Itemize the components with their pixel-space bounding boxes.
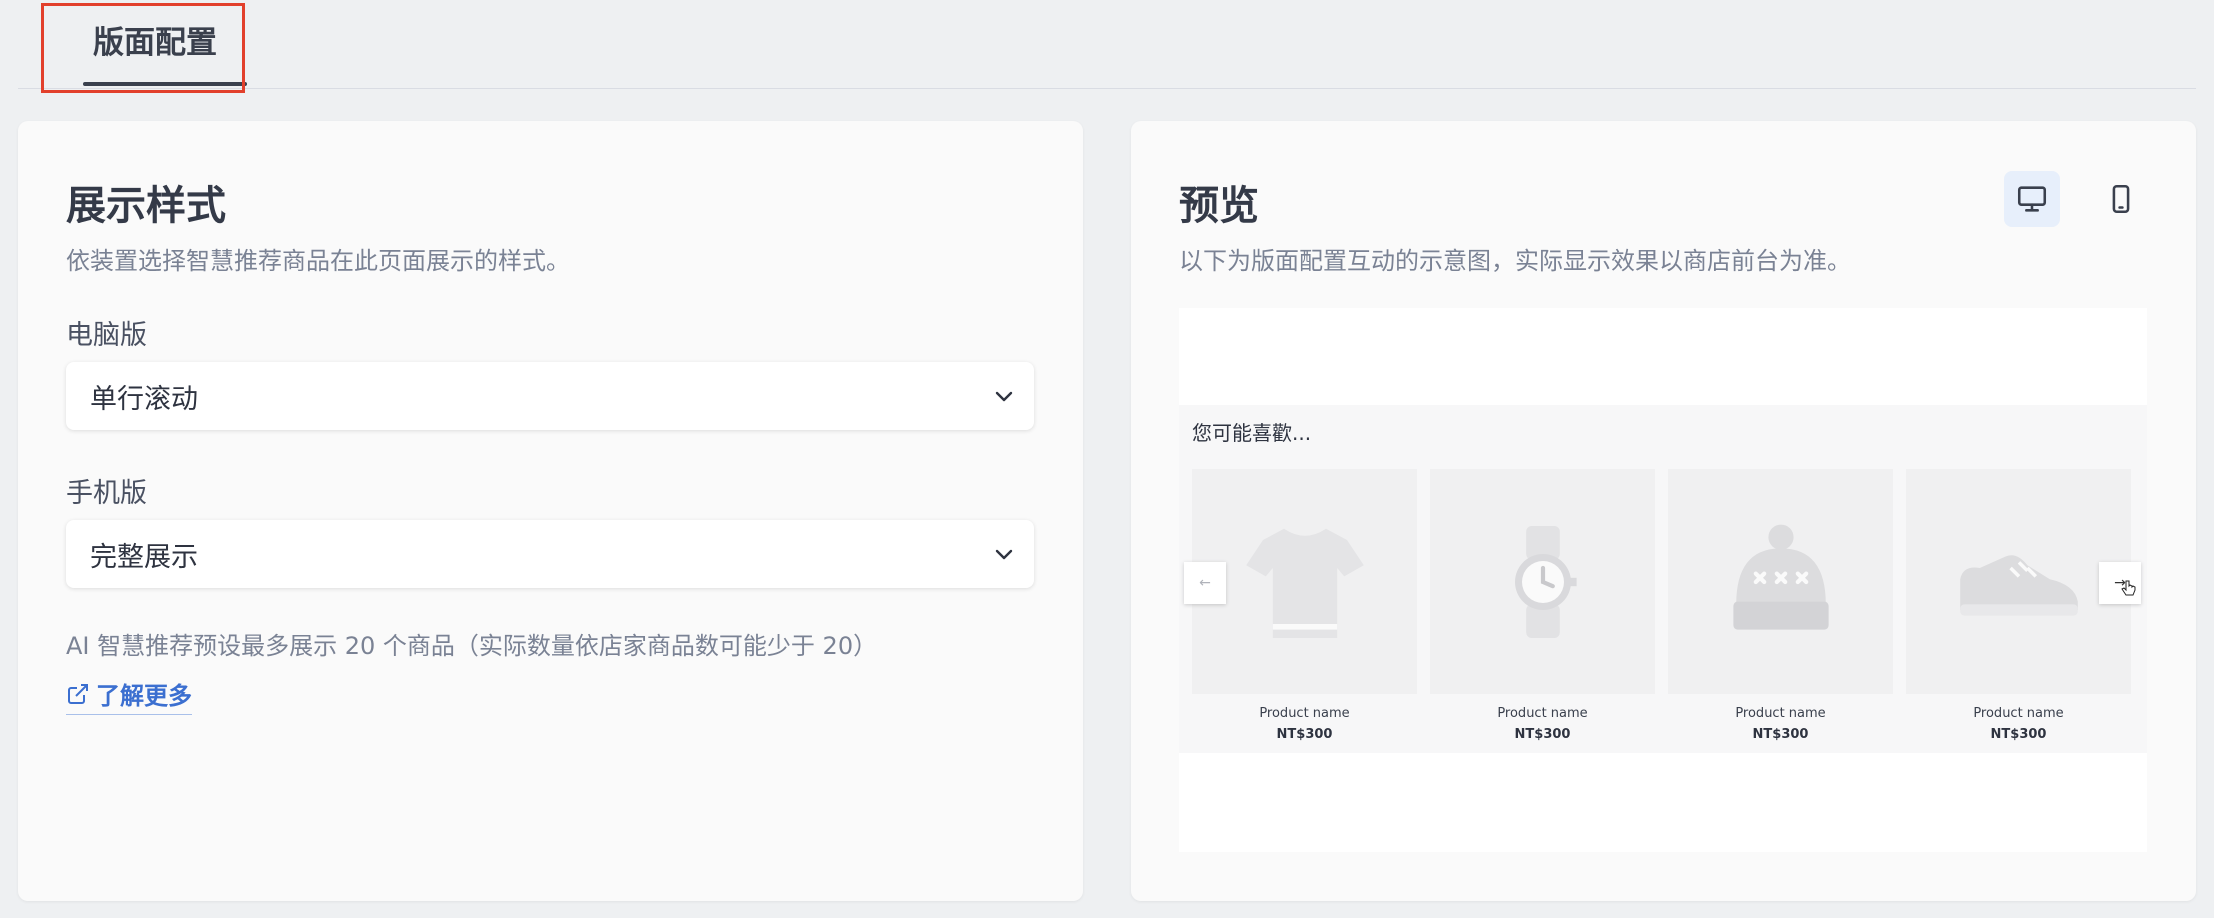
desktop-style-select[interactable]: 单行滚动 [66,362,1034,430]
tab-highlight-box [41,3,245,93]
tab-bar: 版面配置 [18,0,2196,89]
beanie-icon [1732,524,1829,630]
product-card[interactable]: Product name NT$300 [1430,469,1655,742]
sneaker-icon [1959,554,2078,616]
mobile-label: 手机版 [66,478,147,509]
product-card[interactable]: Product name NT$300 [1668,469,1893,742]
preview-card: 预览 以下为版面配置互动的示意图，实际显示效果以商店前台为准。 您可能喜歡... [1131,121,2196,901]
pointer-cursor-icon [2121,580,2136,596]
product-image [1430,469,1655,694]
mobile-style-value: 完整展示 [90,541,198,573]
watch-icon [1514,525,1577,638]
product-name: Product name [1735,706,1826,721]
carousel-prev-button[interactable]: ← [1184,562,1226,604]
arrow-left-icon: ← [1199,575,1211,591]
preview-canvas: 您可能喜歡... Product name NT$300 Product nam… [1179,308,2147,852]
product-price: NT$300 [1990,727,2047,742]
desktop-label: 电脑版 [66,320,147,351]
desktop-preview-button[interactable] [2004,171,2060,227]
mobile-icon [2112,184,2130,214]
product-name: Product name [1497,706,1588,721]
chevron-down-icon [995,549,1013,560]
product-image [1906,469,2131,694]
recommendation-widget: 您可能喜歡... Product name NT$300 Product nam… [1179,405,2147,753]
product-image [1668,469,1893,694]
learn-more-label: 了解更多 [96,682,192,710]
product-name: Product name [1973,706,2064,721]
display-style-title: 展示样式 [66,183,226,229]
product-price: NT$300 [1752,727,1809,742]
tshirt-icon [1245,528,1364,638]
recommendation-heading: 您可能喜歡... [1192,421,1312,445]
preview-description: 以下为版面配置互动的示意图，实际显示效果以商店前台为准。 [1179,247,1851,275]
product-name: Product name [1259,706,1350,721]
carousel-next-button[interactable]: → [2099,562,2141,604]
desktop-style-value: 单行滚动 [90,383,198,415]
display-style-description: 依装置选择智慧推荐商品在此页面展示的样式。 [66,247,570,275]
product-card[interactable]: Product name NT$300 [1192,469,1417,742]
chevron-down-icon [995,391,1013,402]
preview-title: 预览 [1179,183,1259,229]
learn-more-link[interactable]: 了解更多 [66,676,192,715]
desktop-icon [2017,186,2047,212]
recommendation-note: AI 智慧推荐预设最多展示 20 个商品（实际数量依店家商品数可能少于 20） [66,632,878,660]
product-card[interactable]: Product name NT$300 [1906,469,2131,742]
external-link-icon [68,683,88,704]
product-price: NT$300 [1276,727,1333,742]
mobile-preview-button[interactable] [2093,171,2149,227]
mobile-style-select[interactable]: 完整展示 [66,520,1034,588]
product-price: NT$300 [1514,727,1571,742]
display-style-card: 展示样式 依装置选择智慧推荐商品在此页面展示的样式。 电脑版 单行滚动 手机版 … [18,121,1083,901]
